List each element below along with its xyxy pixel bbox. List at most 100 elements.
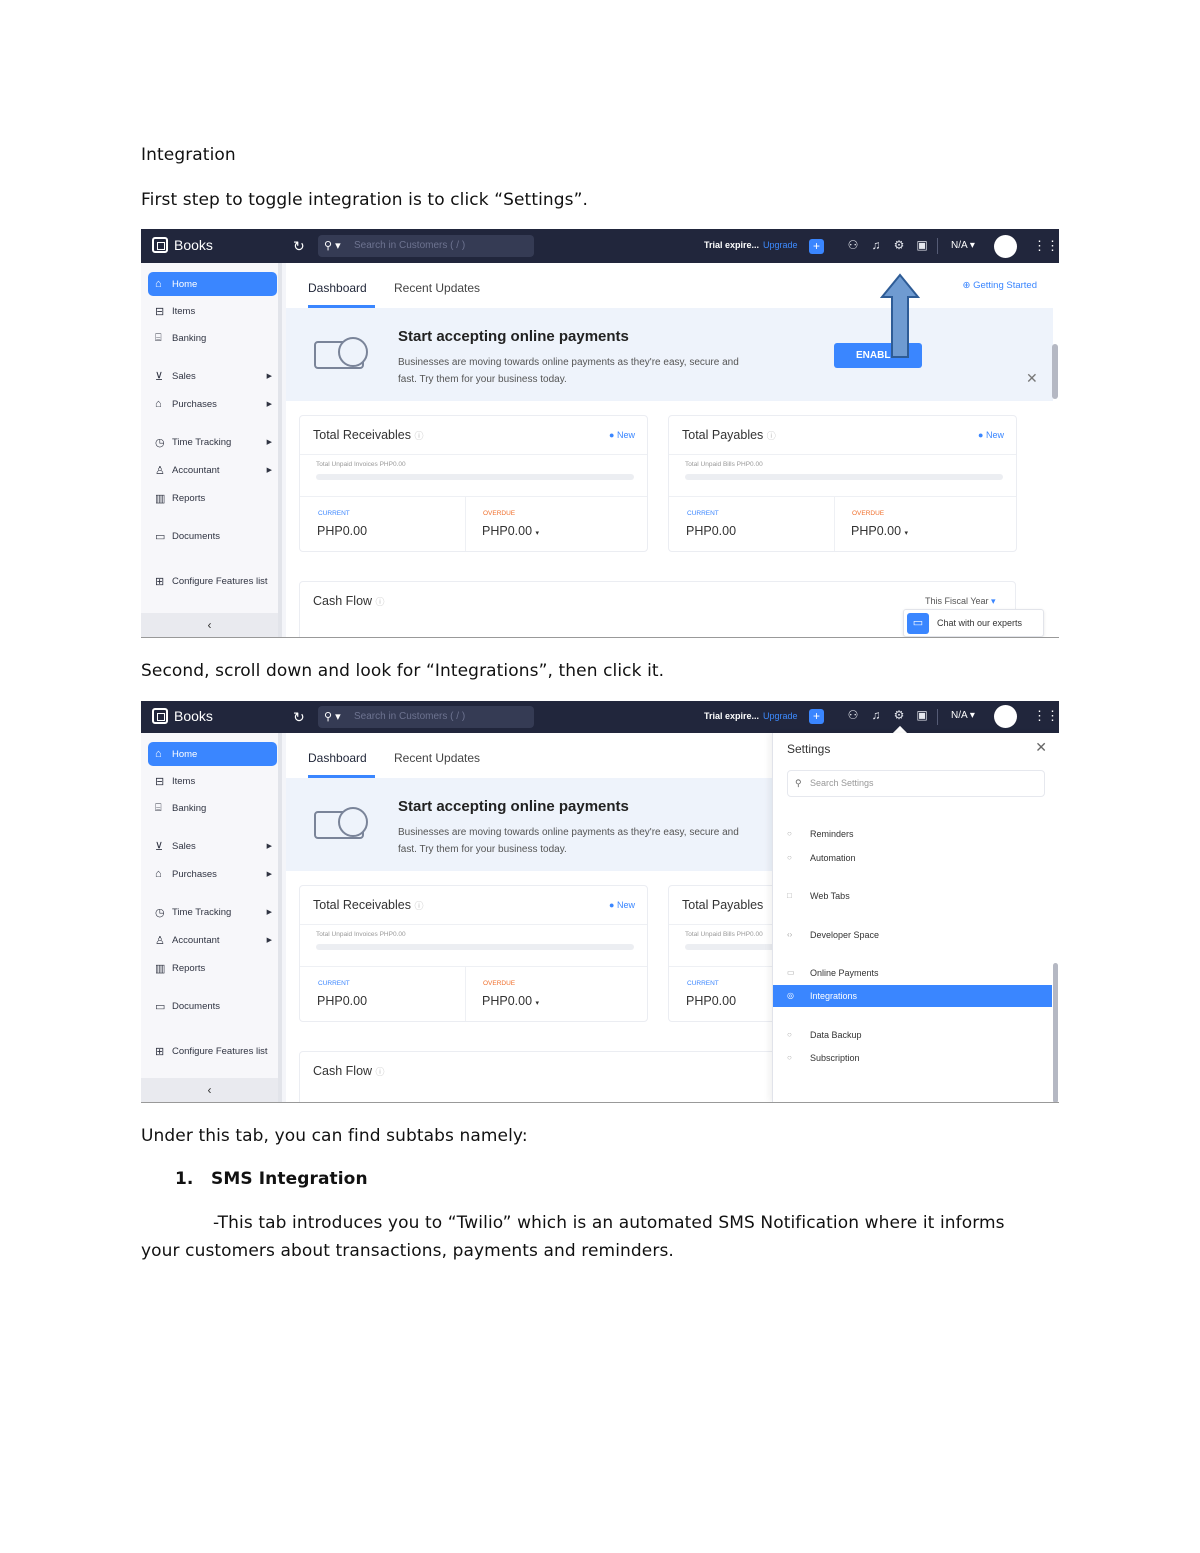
sidebar-item-items[interactable]: ⊟ Items [148, 299, 277, 323]
chat-widget[interactable]: ▭ Chat with our experts [903, 609, 1044, 637]
books-logo[interactable]: Books [152, 708, 213, 724]
sidebar-item-configure[interactable]: ⊞ Configure Features list [148, 1039, 277, 1063]
books-logo[interactable]: Books [152, 237, 213, 253]
help-icon[interactable]: ▣ [915, 238, 929, 252]
recent-activity-icon[interactable]: ↻ [293, 238, 305, 255]
sidebar-item-documents[interactable]: ▭ Documents [148, 994, 277, 1018]
sidebar-item-home[interactable]: ⌂ Home [148, 742, 277, 766]
sms-description-line1: -This tab introduces you to “Twilio” whi… [213, 1213, 1005, 1233]
settings-item-integrations[interactable]: ◎ Integrations [773, 985, 1052, 1007]
upgrade-link[interactable]: Upgrade [763, 240, 798, 250]
tab-dashboard[interactable]: Dashboard [308, 751, 367, 765]
quick-create-button[interactable]: + [809, 709, 824, 724]
org-switcher[interactable]: N/A ▾ [951, 710, 975, 721]
global-search[interactable]: ⚲ ▾ Search in Customers ( / ) [318, 706, 534, 728]
brand-label: Books [174, 708, 213, 724]
sidebar-item-label: Documents [172, 1000, 221, 1012]
sidebar-item-time-tracking[interactable]: ◷ Time Tracking ▶ [148, 900, 277, 924]
scrollbar[interactable] [1052, 344, 1058, 399]
new-receivable-button[interactable]: ● New [609, 430, 635, 440]
cart-icon: ⊻ [155, 370, 164, 383]
global-search[interactable]: ⚲ ▾ Search in Customers ( / ) [318, 235, 534, 257]
settings-search-input[interactable]: ⚲ Search Settings [787, 770, 1045, 797]
sidebar-item-purchases[interactable]: ⌂ Purchases ▶ [148, 862, 277, 886]
sidebar-item-reports[interactable]: ▥ Reports [148, 486, 277, 510]
bell-icon[interactable]: ♫ [869, 238, 883, 252]
sidebar-item-label: Reports [172, 962, 206, 974]
settings-item-data-backup[interactable]: ○ Data Backup [773, 1024, 1052, 1046]
overdue-amount[interactable]: PHP0.00 ▾ [482, 994, 539, 1008]
step2-text: Second, scroll down and look for “Integr… [141, 661, 665, 681]
settings-item-developer-space[interactable]: ‹› Developer Space [773, 924, 1052, 946]
fiscal-year-dropdown[interactable]: This Fiscal Year ▾ [925, 596, 996, 607]
bell-icon[interactable]: ♫ [869, 708, 883, 722]
getting-started-label: Getting Started [973, 280, 1037, 291]
referral-icon[interactable]: ⚇ [846, 238, 860, 252]
sidebar-item-banking[interactable]: ⌸ Banking [148, 796, 277, 820]
home-icon: ⌂ [155, 278, 162, 290]
overdue-amount[interactable]: PHP0.00 ▾ [851, 524, 908, 538]
org-switcher[interactable]: N/A ▾ [951, 240, 975, 251]
sidebar-collapse-button[interactable]: ‹ [141, 613, 278, 637]
settings-item-online-payments[interactable]: ▭ Online Payments [773, 962, 1052, 984]
sidebar-item-label: Configure Features list [172, 1045, 268, 1057]
sidebar-item-items[interactable]: ⊟ Items [148, 769, 277, 793]
sidebar-item-accountant[interactable]: ♙ Accountant ▶ [148, 928, 277, 952]
settings-item-automation[interactable]: ○ Automation [773, 847, 1052, 869]
integrations-icon: ◎ [787, 991, 794, 1000]
new-label: New [616, 900, 635, 910]
divider [669, 454, 1016, 455]
tab-recent-updates[interactable]: Recent Updates [394, 751, 480, 765]
recent-activity-icon[interactable]: ↻ [293, 709, 305, 726]
overdue-value: PHP0.00 [851, 524, 902, 538]
close-icon[interactable]: ✕ [1026, 370, 1038, 387]
settings-item-subscription[interactable]: ○ Subscription [773, 1047, 1052, 1069]
current-label: CURRENT [687, 510, 719, 517]
sidebar-item-documents[interactable]: ▭ Documents [148, 524, 277, 548]
settings-scrollbar[interactable] [1053, 963, 1058, 1102]
sidebar-item-purchases[interactable]: ⌂ Purchases ▶ [148, 392, 277, 416]
sidebar-collapse-button[interactable]: ‹ [141, 1078, 278, 1102]
caret-down-icon: ▾ [904, 530, 909, 537]
referral-icon[interactable]: ⚇ [846, 708, 860, 722]
getting-started-link[interactable]: ⊕ Getting Started [962, 280, 1037, 291]
info-icon: ⓘ [766, 431, 776, 441]
bell-icon: ○ [787, 829, 792, 838]
sidebar-item-sales[interactable]: ⊻ Sales ▶ [148, 364, 277, 388]
sidebar-item-time-tracking[interactable]: ◷ Time Tracking ▶ [148, 430, 277, 454]
settings-item-reminders[interactable]: ○ Reminders [773, 823, 1052, 845]
overdue-value: PHP0.00 [482, 524, 533, 538]
topbar-divider [937, 709, 938, 725]
gear-icon[interactable]: ⚙ [892, 708, 906, 722]
avatar[interactable] [994, 705, 1017, 728]
help-icon[interactable]: ▣ [915, 708, 929, 722]
avatar[interactable] [994, 235, 1017, 258]
folder-icon: ▭ [155, 530, 166, 543]
upgrade-link[interactable]: Upgrade [763, 711, 798, 721]
sidebar-item-reports[interactable]: ▥ Reports [148, 956, 277, 980]
tab-recent-updates[interactable]: Recent Updates [394, 281, 480, 295]
gear-icon[interactable]: ⚙ [892, 238, 906, 252]
sidebar-item-home[interactable]: ⌂ Home [148, 272, 277, 296]
sms-description-line2: your customers about transactions, payme… [141, 1241, 674, 1261]
chevron-down-icon: ▾ [991, 596, 996, 606]
sidebar-item-configure[interactable]: ⊞ Configure Features list [148, 569, 277, 593]
close-icon[interactable]: ✕ [1035, 739, 1047, 756]
apps-grid-icon[interactable]: ⋮⋮⋮ [1033, 708, 1059, 724]
overdue-amount[interactable]: PHP0.00 ▾ [482, 524, 539, 538]
settings-title: Settings [787, 742, 831, 756]
person-icon: ♙ [155, 934, 165, 947]
receivables-title: Total Receivables ⓘ [313, 428, 423, 442]
fiscal-label: This Fiscal Year [925, 596, 989, 606]
settings-panel: Settings ✕ ⚲ Search Settings ○ Reminders ○… [772, 733, 1059, 1102]
sidebar-item-accountant[interactable]: ♙ Accountant ▶ [148, 458, 277, 482]
apps-grid-icon[interactable]: ⋮⋮⋮ [1033, 238, 1059, 254]
new-receivable-button[interactable]: ● New [609, 900, 635, 910]
sidebar-item-banking[interactable]: ⌸ Banking [148, 326, 277, 350]
settings-item-web-tabs[interactable]: □ Web Tabs [773, 885, 1052, 907]
tab-dashboard[interactable]: Dashboard [308, 281, 367, 295]
clock-icon: ◷ [155, 436, 165, 449]
quick-create-button[interactable]: + [809, 239, 824, 254]
sidebar-item-sales[interactable]: ⊻ Sales ▶ [148, 834, 277, 858]
new-payable-button[interactable]: ● New [978, 430, 1004, 440]
